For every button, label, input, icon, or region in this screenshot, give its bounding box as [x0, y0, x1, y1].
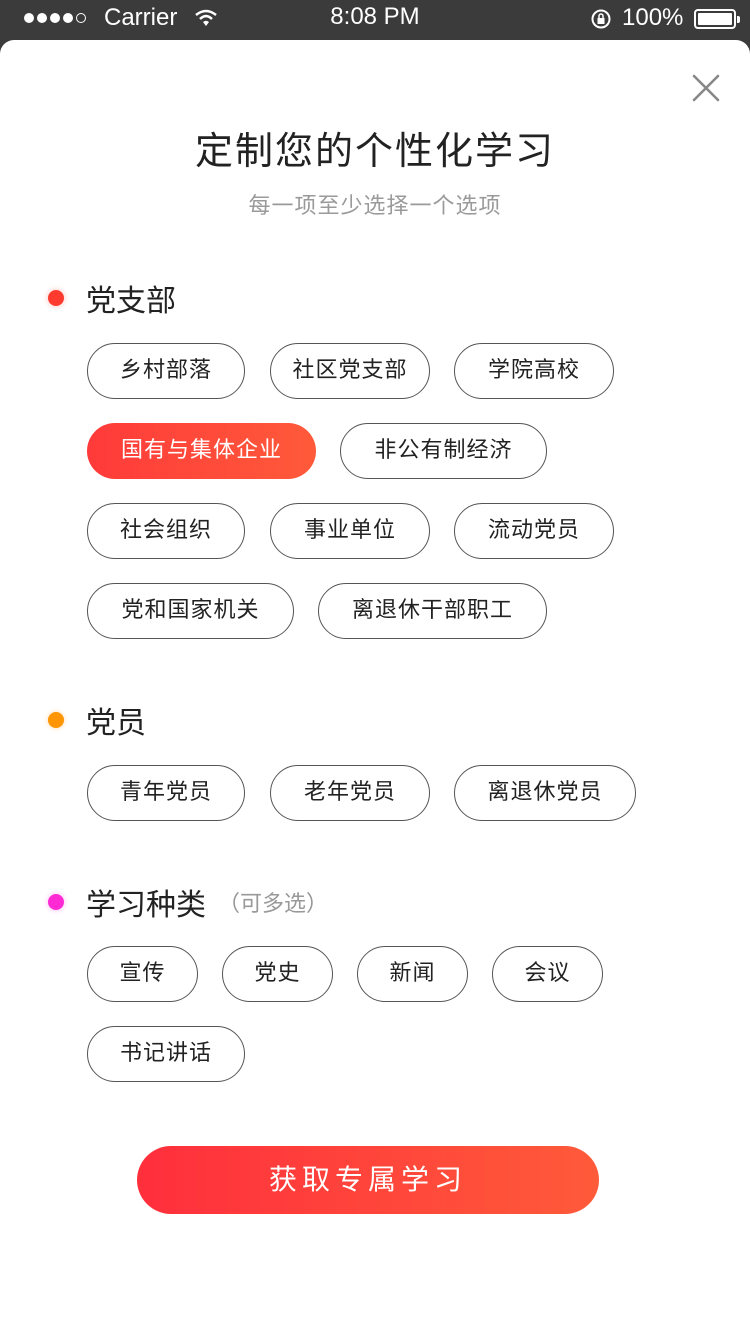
option-chip[interactable]: 乡村部落	[87, 343, 245, 399]
option-chip[interactable]: 新闻	[357, 946, 468, 1002]
option-chip[interactable]: 事业单位	[270, 503, 430, 559]
option-chip[interactable]: 书记讲话	[87, 1026, 245, 1082]
get-exclusive-learning-button[interactable]: 获取专属学习	[137, 1146, 599, 1214]
option-chip[interactable]: 离退休干部职工	[318, 583, 547, 639]
battery-icon	[694, 9, 740, 29]
battery-percent: 100%	[622, 4, 684, 31]
option-chip[interactable]: 社区党支部	[270, 343, 430, 399]
option-chip[interactable]: 党和国家机关	[87, 583, 294, 639]
option-chip[interactable]: 青年党员	[87, 765, 245, 821]
section-header-member: 党员	[48, 698, 146, 742]
option-chip[interactable]: 离退休党员	[454, 765, 636, 821]
section-header-study-type: 学习种类 （可多选）	[48, 880, 328, 924]
page-title: 定制您的个性化学习	[194, 129, 555, 173]
section-label: 党员	[86, 706, 146, 741]
option-chip[interactable]: 学院高校	[454, 343, 614, 399]
option-chip[interactable]: 老年党员	[270, 765, 430, 821]
section-label: 学习种类	[86, 888, 206, 923]
close-icon[interactable]	[688, 70, 724, 106]
section-label: 党支部	[86, 284, 176, 319]
bullet-dot-icon	[48, 712, 64, 728]
option-chip[interactable]: 党史	[222, 946, 333, 1002]
option-chip[interactable]: 宣传	[87, 946, 198, 1002]
option-chip[interactable]: 会议	[492, 946, 603, 1002]
option-chip[interactable]: 非公有制经济	[340, 423, 547, 479]
option-chip[interactable]: 社会组织	[87, 503, 245, 559]
bullet-dot-icon	[48, 894, 64, 910]
rotation-lock-icon	[591, 9, 611, 29]
status-bar: Carrier 8:08 PM 100%	[0, 0, 750, 40]
section-header-branch: 党支部	[48, 276, 176, 320]
customize-learning-sheet: 定制您的个性化学习 每一项至少选择一个选项 党支部 乡村部落 社区党支部 学院高…	[0, 40, 750, 1334]
bullet-dot-icon	[48, 290, 64, 306]
page-subtitle: 每一项至少选择一个选项	[248, 194, 502, 219]
multi-select-hint: （可多选）	[218, 892, 329, 917]
option-chip-selected[interactable]: 国有与集体企业	[87, 423, 316, 479]
option-chip[interactable]: 流动党员	[454, 503, 614, 559]
